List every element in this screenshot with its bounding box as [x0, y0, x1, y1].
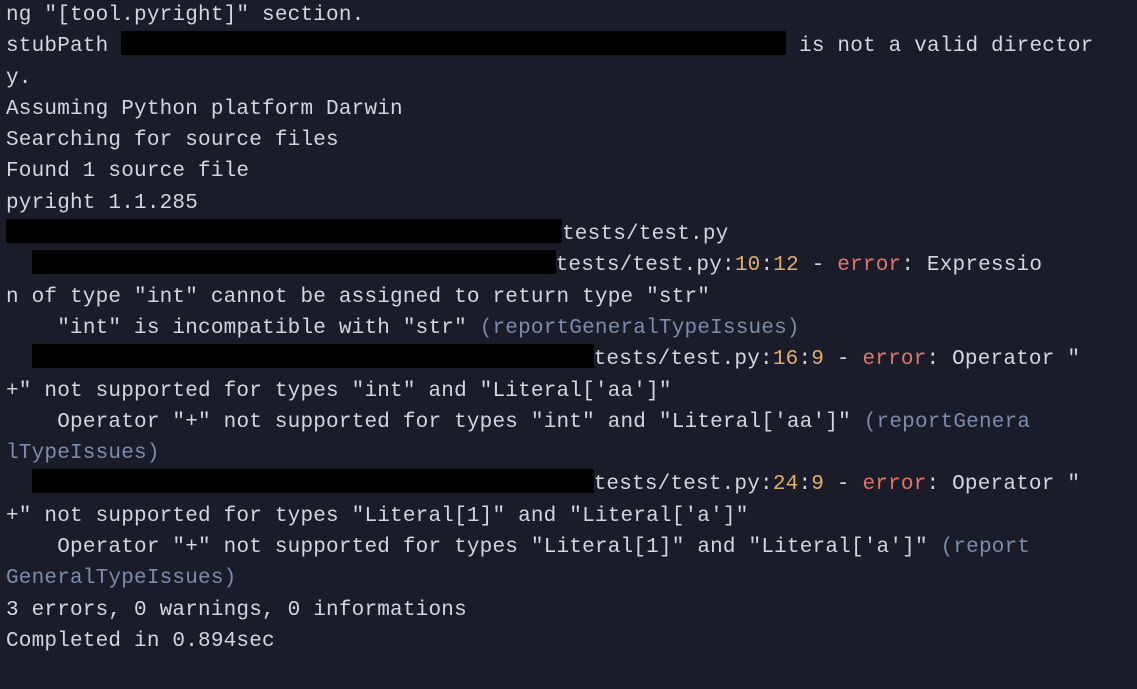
text-line: stubPath — [6, 35, 121, 58]
line-number: 24 — [773, 473, 799, 496]
file-path: tests/test.py — [556, 254, 722, 277]
column-number: 9 — [811, 473, 824, 496]
redacted-block — [32, 250, 556, 274]
line-number: 16 — [773, 348, 799, 371]
colon: : — [901, 254, 927, 277]
redacted-block — [121, 31, 786, 55]
redacted-block — [32, 344, 594, 368]
rule-name: (reportGenera — [864, 411, 1030, 434]
colon: : — [760, 348, 773, 371]
error-detail: "int" is incompatible with "str" — [6, 317, 480, 340]
column-number: 12 — [773, 254, 799, 277]
colon: : — [722, 254, 735, 277]
text-line: Searching for source files — [6, 129, 339, 152]
file-path: tests/test.py — [594, 348, 760, 371]
file-path: tests/test.py — [562, 223, 728, 246]
error-message: n of type "int" cannot be assigned to re… — [6, 286, 710, 309]
error-detail: Operator "+" not supported for types "in… — [6, 411, 864, 434]
dash-sep: - — [799, 254, 837, 277]
text-line: y. — [6, 67, 32, 90]
error-detail: Operator "+" not supported for types "Li… — [6, 536, 941, 559]
rule-name: (report — [941, 536, 1031, 559]
error-label: error — [863, 473, 927, 496]
summary-time: Completed in 0.894sec — [6, 630, 275, 653]
error-label: error — [837, 254, 901, 277]
text-line: Assuming Python platform Darwin — [6, 98, 403, 121]
terminal-output[interactable]: ng "[tool.pyright]" section. stubPath is… — [0, 0, 1137, 657]
text-line: Found 1 source file — [6, 160, 249, 183]
text-line: is not a valid director — [786, 35, 1093, 58]
text-line: pyright 1.1.285 — [6, 192, 198, 215]
error-message: +" not supported for types "int" and "Li… — [6, 380, 672, 403]
error-message: +" not supported for types "Literal[1]" … — [6, 505, 749, 528]
rule-name: (reportGeneralTypeIssues) — [480, 317, 800, 340]
text-line: ng "[tool.pyright]" section. — [6, 4, 364, 27]
colon: : — [927, 473, 953, 496]
redacted-block — [32, 469, 594, 493]
file-path: tests/test.py — [594, 473, 760, 496]
rule-name: GeneralTypeIssues) — [6, 567, 236, 590]
rule-name: lTypeIssues) — [6, 442, 160, 465]
error-message: Expressio — [927, 254, 1042, 277]
colon: : — [798, 348, 811, 371]
column-number: 9 — [811, 348, 824, 371]
summary-counts: 3 errors, 0 warnings, 0 informations — [6, 599, 467, 622]
error-label: error — [863, 348, 927, 371]
error-message: Operator " — [952, 348, 1080, 371]
colon: : — [927, 348, 953, 371]
colon: : — [760, 254, 773, 277]
colon: : — [760, 473, 773, 496]
dash-sep: - — [824, 473, 862, 496]
line-number: 10 — [735, 254, 761, 277]
colon: : — [798, 473, 811, 496]
error-message: Operator " — [952, 473, 1080, 496]
redacted-block — [6, 219, 562, 243]
dash-sep: - — [824, 348, 862, 371]
